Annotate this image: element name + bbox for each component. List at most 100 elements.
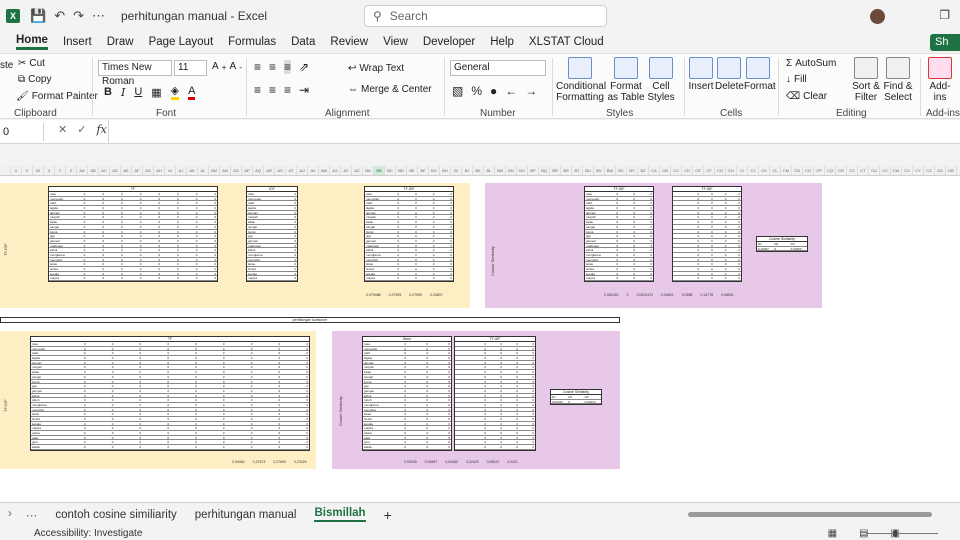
column-header[interactable]: CG: [715, 166, 726, 175]
formula-input[interactable]: [108, 120, 960, 144]
column-header[interactable]: CZ: [924, 166, 935, 175]
column-header[interactable]: AS: [275, 166, 286, 175]
column-header[interactable]: BT: [572, 166, 583, 175]
column-header[interactable]: AX: [330, 166, 341, 175]
column-header[interactable]: DB: [946, 166, 957, 175]
number-format-select[interactable]: General: [450, 60, 546, 76]
tab-data[interactable]: Data: [291, 36, 315, 48]
column-header[interactable]: AE: [121, 166, 132, 175]
clear-button[interactable]: ⌫ Clear: [786, 91, 827, 102]
column-header[interactable]: CO: [803, 166, 814, 175]
column-header[interactable]: AN: [220, 166, 231, 175]
delete-cells-button[interactable]: Delete: [715, 57, 744, 92]
column-header[interactable]: BR: [550, 166, 561, 175]
column-header[interactable]: BP: [528, 166, 539, 175]
column-header[interactable]: AU: [297, 166, 308, 175]
column-header[interactable]: BZ: [638, 166, 649, 175]
comma-icon[interactable]: ●: [490, 84, 497, 98]
column-header[interactable]: CH: [726, 166, 737, 175]
column-header[interactable]: AP: [242, 166, 253, 175]
column-header[interactable]: BW: [605, 166, 616, 175]
column-header[interactable]: CV: [880, 166, 891, 175]
column-header[interactable]: AT: [286, 166, 297, 175]
redo-icon[interactable]: ↷: [73, 8, 84, 24]
column-header[interactable]: BS: [561, 166, 572, 175]
normal-view-icon[interactable]: ▦: [828, 528, 837, 539]
column-header[interactable]: CA: [649, 166, 660, 175]
font-name-select[interactable]: Times New Roman: [98, 60, 172, 87]
indent-icon[interactable]: ⇥: [299, 83, 309, 97]
column-header[interactable]: Y: [55, 166, 66, 175]
column-header[interactable]: CX: [902, 166, 913, 175]
column-header[interactable]: BO: [517, 166, 528, 175]
percent-icon[interactable]: %: [471, 84, 482, 98]
column-header[interactable]: [0, 166, 11, 175]
column-header[interactable]: CD: [682, 166, 693, 175]
font-color-icon[interactable]: A: [188, 85, 196, 100]
column-header[interactable]: BK: [473, 166, 484, 175]
column-header[interactable]: V: [22, 166, 33, 175]
column-header[interactable]: BM: [495, 166, 506, 175]
column-header[interactable]: AY: [341, 166, 352, 175]
sheet-tab-contoh[interactable]: contoh cosine similiarity: [55, 509, 176, 521]
table-row[interactable]: mayba 0 0 0 0: [365, 276, 453, 282]
wrap-text-button[interactable]: ↩ Wrap Text: [348, 63, 404, 74]
column-header[interactable]: CU: [869, 166, 880, 175]
accessibility-status[interactable]: Accessibility: Investigate: [34, 528, 142, 539]
column-header[interactable]: AO: [231, 166, 242, 175]
table-row[interactable]: kakak 0 0 0: [363, 445, 451, 450]
fill-button[interactable]: ↓ Fill: [786, 74, 807, 85]
table-row[interactable]: mayba 0 0 0: [585, 276, 653, 282]
column-header[interactable]: CF: [704, 166, 715, 175]
column-header[interactable]: BI: [451, 166, 462, 175]
cancel-icon[interactable]: ✕: [58, 123, 67, 136]
tab-help[interactable]: Help: [490, 36, 514, 48]
sheet-tab-perhitungan[interactable]: perhitungan manual: [195, 509, 297, 521]
column-header[interactable]: AF: [132, 166, 143, 175]
column-header[interactable]: CM: [781, 166, 792, 175]
grow-font-icon[interactable]: A + A-: [212, 61, 242, 72]
column-header[interactable]: CB: [660, 166, 671, 175]
column-header[interactable]: AD: [110, 166, 121, 175]
tab-review[interactable]: Review: [330, 36, 368, 48]
column-header[interactable]: AA: [77, 166, 88, 175]
column-header[interactable]: AQ: [253, 166, 264, 175]
zoom-slider[interactable]: [866, 530, 938, 537]
tab-draw[interactable]: Draw: [107, 36, 134, 48]
column-header[interactable]: AL: [198, 166, 209, 175]
tab-home[interactable]: Home: [16, 34, 48, 50]
sheet-nav-right-icon[interactable]: ›: [8, 508, 12, 522]
align-middle-icon[interactable]: ≡: [269, 60, 276, 74]
sheet-tab-bismillah[interactable]: Bismillah: [314, 507, 366, 522]
cell-styles-button[interactable]: Cell Styles: [646, 57, 676, 103]
share-button[interactable]: Sh: [930, 34, 960, 51]
column-header[interactable]: AC: [99, 166, 110, 175]
column-header[interactable]: AV: [308, 166, 319, 175]
format-as-table-button[interactable]: Format as Table: [606, 57, 646, 103]
borders-icon[interactable]: ▦: [151, 86, 161, 99]
column-header[interactable]: CP: [814, 166, 825, 175]
avatar[interactable]: [870, 9, 885, 24]
tab-developer[interactable]: Developer: [423, 36, 475, 48]
column-header[interactable]: CJ: [748, 166, 759, 175]
column-header[interactable]: AG: [143, 166, 154, 175]
align-left-icon[interactable]: ≡: [254, 83, 261, 97]
column-header[interactable]: AK: [187, 166, 198, 175]
column-header[interactable]: AI: [165, 166, 176, 175]
underline-button[interactable]: U: [134, 86, 142, 98]
tab-formulas[interactable]: Formulas: [228, 36, 276, 48]
add-sheet-icon[interactable]: +: [384, 507, 392, 523]
align-center-icon[interactable]: ≡: [269, 83, 276, 97]
column-header[interactable]: BY: [627, 166, 638, 175]
insert-cells-button[interactable]: Insert: [688, 57, 714, 92]
column-header[interactable]: CK: [759, 166, 770, 175]
column-header[interactable]: CC: [671, 166, 682, 175]
sort-filter-button[interactable]: Sort & Filter: [850, 57, 882, 103]
column-header[interactable]: BH: [440, 166, 451, 175]
format-painter-button[interactable]: 🖌 Format Painter: [16, 91, 98, 102]
column-header[interactable]: BV: [594, 166, 605, 175]
fill-color-icon[interactable]: ◈: [170, 84, 180, 100]
column-header[interactable]: AW: [319, 166, 330, 175]
name-box[interactable]: 0: [0, 123, 44, 141]
decrease-decimal-icon[interactable]: →: [525, 84, 537, 98]
